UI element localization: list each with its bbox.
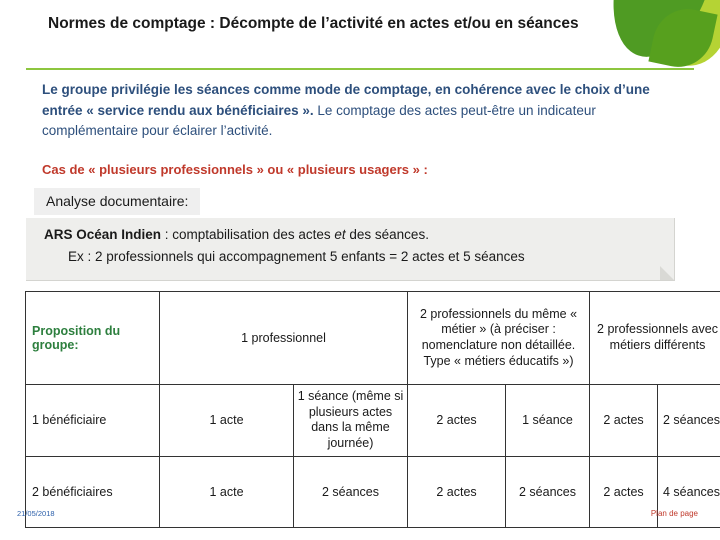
example-text-1: : comptabilisation des actes — [161, 227, 335, 242]
example-line-2: Ex : 2 professionnels qui accompagnement… — [68, 249, 525, 264]
cell-r1-c1: 1 acte — [159, 455, 294, 528]
header-proposition-cell: Proposition du groupe: — [25, 291, 160, 385]
section-subtitle: Cas de « plusieurs professionnels » ou «… — [42, 162, 428, 177]
analyse-documentaire-label: Analyse documentaire: — [34, 188, 201, 215]
page-title: Normes de comptage : Décompte de l’activ… — [48, 15, 579, 32]
leaf-light-icon — [629, 0, 720, 75]
header-1-professionnel: 1 professionnel — [159, 291, 408, 385]
comptage-table: Proposition du groupe: 1 professionnel 2… — [25, 291, 720, 528]
title-divider — [26, 68, 694, 70]
header-2-professionnels-metiers-differents: 2 professionnels avec métiers différents — [589, 291, 720, 385]
table-row: 1 bénéficiaire 1 acte 1 séance (même si … — [25, 384, 720, 457]
example-text-2: des séances. — [345, 227, 429, 242]
cell-r0-c1: 1 acte — [159, 384, 294, 457]
cell-r0-c5: 2 actes — [589, 384, 658, 457]
leaf-mid-icon — [648, 2, 718, 74]
example-box: ARS Océan Indien : comptabilisation des … — [26, 218, 675, 281]
proposition-label: Proposition du groupe: — [32, 324, 121, 352]
cell-r1-c4: 2 séances — [505, 455, 590, 528]
cell-r1-c5: 2 actes — [589, 455, 658, 528]
example-source: ARS Océan Indien — [44, 227, 162, 242]
cell-r0-c4: 1 séance — [505, 384, 590, 457]
example-text-italic: et — [334, 227, 346, 242]
cell-r0-c6: 2 séances — [657, 384, 720, 457]
cell-r0-c3: 2 actes — [407, 384, 506, 457]
row-label-1-beneficiaire: 1 bénéficiaire — [25, 384, 160, 457]
plan-de-page-link[interactable]: Plan de page — [651, 509, 698, 518]
header-2-professionnels-meme-metier: 2 professionnels du même « métier » (à p… — [407, 291, 590, 385]
table-header-row: Proposition du groupe: 1 professionnel 2… — [25, 291, 720, 385]
example-line-1: ARS Océan Indien : comptabilisation des … — [44, 227, 429, 242]
page-fold-icon — [660, 266, 674, 280]
cell-r0-c2: 1 séance (même si plusieurs actes dans l… — [293, 384, 408, 457]
footer-date: 21/05/2018 — [17, 509, 55, 518]
intro-paragraph: Le groupe privilégie les séances comme m… — [42, 80, 682, 142]
cell-r1-c3: 2 actes — [407, 455, 506, 528]
table-row: 2 bénéficiaires 1 acte 2 séances 2 actes… — [25, 455, 720, 528]
cell-r1-c2: 2 séances — [293, 455, 408, 528]
